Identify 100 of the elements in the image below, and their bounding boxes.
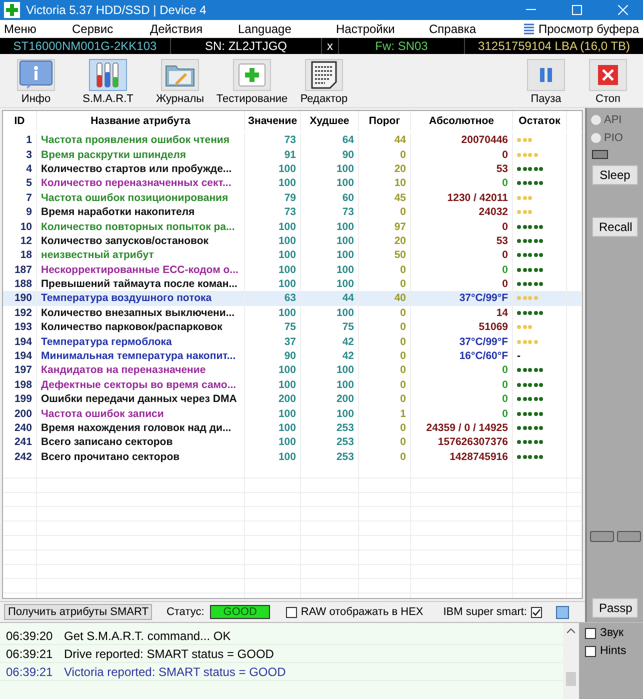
small-button[interactable] (590, 531, 614, 542)
table-cell: 100 (301, 234, 359, 248)
checkbox[interactable] (286, 606, 297, 618)
toolbar-button[interactable]: Редактор (288, 59, 360, 107)
table-cell: 100 (301, 248, 359, 263)
table-row[interactable]: 3 Время раскрутки шпинделя 91 90 0 0 (3, 147, 582, 162)
menu-item[interactable]: Действия (146, 22, 234, 36)
log-time: 06:39:20 (5, 628, 54, 642)
buffer-view-link[interactable]: Просмотр буфера (538, 22, 639, 36)
passp-button[interactable]: Passp (592, 598, 638, 618)
table-cell: 100 (245, 378, 301, 392)
side-button[interactable]: Recall (592, 217, 638, 237)
table-cell: 100 (245, 262, 301, 277)
table-cell: 100 (245, 219, 301, 234)
table-row[interactable]: 187 Нескорректированные ECC-кодом о... 100 100 0 0 (3, 262, 582, 277)
table-cell: 7 (3, 190, 37, 205)
toolbar-button[interactable]: Стоп (577, 59, 639, 107)
menu-item[interactable]: Справка (425, 22, 493, 36)
table-cell: Дефектные секторы во время само... (37, 378, 245, 392)
table-cell: 5 (3, 176, 37, 191)
column-header[interactable]: Абсолютное (411, 111, 513, 131)
get-smart-button[interactable]: Получить атрибуты SMART (4, 604, 152, 620)
table-cell: 0 (411, 147, 513, 162)
log-message: Get S.M.A.R.T. command... OK (64, 628, 231, 642)
column-header[interactable]: Остаток (513, 111, 567, 131)
close-device-button[interactable]: x (322, 38, 339, 54)
toolbar-button[interactable]: Журналы (144, 59, 216, 107)
column-header[interactable]: Порог (359, 111, 411, 131)
table-cell: 53 (411, 162, 513, 176)
menu-item[interactable]: Настройки (332, 22, 425, 36)
table-cell: 198 (3, 378, 37, 392)
table-row[interactable]: 198 Дефектные секторы во время само... 100 100 0 0 (3, 378, 582, 392)
table-row[interactable]: 5 Количество переназначенных сект... 100 100 10 0 (3, 176, 582, 191)
list-icon (523, 22, 536, 34)
table-cell: 73 (245, 204, 301, 220)
table-cell: 0 (411, 262, 513, 277)
menu-item[interactable]: Сервис (68, 22, 146, 36)
table-row[interactable]: 194 Минимальная температура накопит... 90 42 0 16°C/60°F - (3, 348, 582, 364)
log-message: Drive reported: SMART status = GOOD (64, 646, 274, 660)
app-icon (4, 2, 20, 18)
column-header[interactable]: ID (3, 111, 37, 131)
table-cell: 53 (411, 234, 513, 248)
table-cell: 100 (245, 306, 301, 320)
table-row[interactable]: 193 Количество парковок/распарковок 75 75 0 51069 (3, 320, 582, 334)
table-cell: 90 (245, 348, 301, 364)
table-cell: Время наработки накопителя (37, 204, 245, 220)
checkbox[interactable] (585, 628, 596, 638)
scrollbar[interactable] (563, 623, 579, 699)
column-header[interactable]: Значение (245, 111, 301, 131)
table-cell: Температура воздушного потока (37, 291, 245, 306)
table-cell: - (513, 348, 567, 364)
side-button[interactable]: Sleep (592, 165, 638, 185)
table-row[interactable]: 10 Количество повторных попыток ра... 100 100 97 0 (3, 219, 582, 234)
table-row[interactable]: 1 Частота проявления ошибок чтения 73 64 44 20070446 (3, 133, 582, 148)
table-cell: 16°C/60°F (411, 348, 513, 364)
table-row[interactable]: 199 Ошибки передачи данных через DMA 200 200 0 0 (3, 392, 582, 406)
table-cell: Нескорректированные ECC-кодом о... (37, 262, 245, 277)
table-cell: 20070446 (411, 133, 513, 148)
toolbar-button[interactable]: S.M.A.R.T (72, 59, 144, 107)
table-row[interactable]: 190 Температура воздушного потока 63 44 40 37°C/99°F (3, 291, 582, 306)
toolbar-button[interactable]: Тестирование (216, 59, 288, 107)
table-row[interactable]: 9 Время наработки накопителя 73 73 0 24032 (3, 204, 582, 220)
table-row[interactable]: 18 неизвестный атрибут 100 100 50 0 (3, 248, 582, 263)
firmware-version: Fw: SN03 (339, 38, 465, 54)
table-row[interactable]: 197 Кандидатов на переназначение 100 100 0 0 (3, 363, 582, 378)
minimize-icon[interactable] (526, 9, 536, 11)
table-row[interactable]: 12 Количество запусков/остановок 100 100 20 53 (3, 234, 582, 248)
table-row[interactable]: 240 Время нахождения головок над ди... 100 253 0 24359 / 0 / 14925 (3, 420, 582, 436)
scroll-up-icon[interactable] (567, 628, 575, 634)
table-cell: 100 (301, 406, 359, 421)
scrollbar-thumb[interactable] (566, 672, 576, 686)
column-header[interactable]: Название атрибута (37, 111, 245, 131)
checkbox[interactable] (585, 646, 596, 656)
table-cell: 4 (3, 162, 37, 176)
table-cell: Время раскрутки шпинделя (37, 147, 245, 162)
radio-label: PIO (604, 132, 623, 144)
table-cell: 42 (301, 334, 359, 349)
maximize-icon[interactable] (572, 5, 582, 15)
table-cell: 1 (359, 406, 411, 421)
table-cell: 0 (359, 320, 411, 334)
table-cell: 100 (301, 176, 359, 191)
radio-label: API (604, 114, 622, 126)
toolbar-button[interactable]: Инфо (0, 59, 72, 107)
column-header[interactable]: Худшее (301, 111, 359, 131)
table-row[interactable]: 200 Частота ошибок записи 100 100 1 0 (3, 406, 582, 421)
table-row[interactable]: 4 Количество стартов или пробужде... 100 100 20 53 (3, 162, 582, 176)
close-icon[interactable] (618, 5, 628, 15)
table-cell: 0 (359, 306, 411, 320)
table-row[interactable]: 194 Температура гермоблока 37 42 0 37°C/99°F (3, 334, 582, 349)
checkbox[interactable] (531, 606, 542, 618)
table-row[interactable]: 7 Частота ошибок позиционирования 79 60 45 1230 / 42011 (3, 190, 582, 205)
menu-item[interactable]: Меню (0, 22, 68, 36)
color-swatch[interactable] (556, 606, 569, 618)
table-row[interactable]: 241 Всего записано секторов 100 253 0 157626307376 (3, 435, 582, 450)
small-button[interactable] (616, 531, 640, 542)
table-cell: Частота проявления ошибок чтения (37, 133, 245, 148)
menu-item[interactable]: Language (234, 22, 332, 36)
table-row[interactable]: 192 Количество внезапных выключени... 100 100 0 14 (3, 306, 582, 320)
table-cell: 0 (359, 378, 411, 392)
toolbar-button[interactable]: Пауза (515, 59, 577, 107)
